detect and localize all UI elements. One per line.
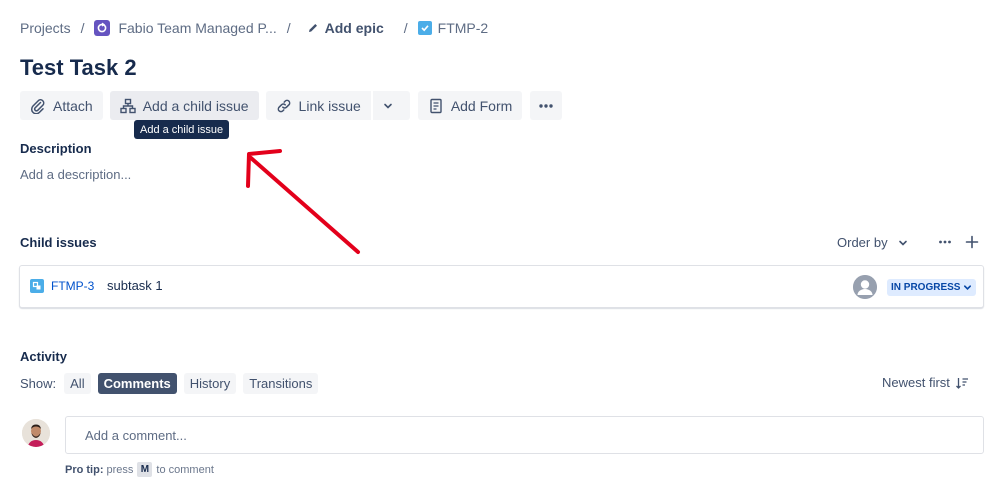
more-icon	[938, 235, 952, 249]
project-icon	[94, 20, 111, 36]
pro-tip: Pro tip: press M to comment	[65, 462, 214, 477]
description-heading: Description	[20, 141, 92, 156]
add-child-issue-button[interactable]: Add a child issue	[109, 91, 259, 120]
tooltip: Add a child issue	[134, 120, 230, 139]
chevron-down-icon	[888, 236, 910, 250]
filter-comments-button[interactable]: Comments	[97, 372, 177, 394]
pencil-icon	[307, 22, 319, 34]
link-issue-button[interactable]: Link issue	[265, 91, 371, 120]
child-issue-summary[interactable]: subtask 1	[107, 278, 163, 293]
paperclip-icon	[30, 98, 53, 114]
breadcrumb-projects[interactable]: Projects	[20, 20, 71, 36]
breadcrumb-separator: /	[80, 20, 85, 36]
child-issues-more-button[interactable]	[936, 232, 954, 252]
more-actions-button[interactable]	[530, 91, 563, 120]
filter-transitions-button[interactable]: Transitions	[243, 372, 319, 394]
subtask-icon	[30, 279, 44, 293]
link-issue-dropdown-button[interactable]	[372, 91, 410, 120]
issue-toolbar: Attach Add a child issue Link issue Add …	[20, 91, 563, 120]
order-by-label: Order by	[837, 235, 888, 250]
link-issue-label: Link issue	[298, 97, 361, 114]
breadcrumb-project-label: Fabio Team Managed P...	[118, 20, 277, 36]
breadcrumb-issue[interactable]: FTMP-2	[417, 20, 489, 36]
status-dropdown[interactable]: IN PROGRESS	[887, 279, 977, 296]
breadcrumb-add-epic-label: Add epic	[324, 20, 384, 36]
pro-tip-press: press	[106, 463, 134, 476]
pro-tip-suffix: to comment	[156, 463, 214, 476]
activity-heading: Activity	[20, 349, 67, 364]
current-user-avatar	[22, 419, 50, 447]
status-label: IN PROGRESS	[891, 282, 961, 293]
more-icon	[538, 98, 554, 114]
description-field[interactable]: Add a description...	[20, 167, 131, 182]
hierarchy-icon	[120, 98, 143, 114]
add-child-issue-label: Add a child issue	[142, 97, 249, 114]
sort-order-button[interactable]: Newest first	[882, 375, 969, 390]
breadcrumb-project[interactable]: Fabio Team Managed P...	[94, 20, 277, 36]
activity-filter-bar: Show: All Comments History Transitions	[20, 372, 325, 394]
link-icon	[276, 98, 299, 114]
child-issue-row[interactable]: FTMP-3 subtask 1 IN PROGRESS	[19, 265, 984, 308]
breadcrumb-add-epic[interactable]: Add epic	[307, 20, 384, 36]
filter-all-button[interactable]: All	[64, 372, 91, 394]
comment-input[interactable]: Add a comment...	[65, 416, 984, 454]
breadcrumb: Projects / Fabio Team Managed P... / Add…	[20, 18, 488, 38]
add-form-label: Add Form	[450, 97, 513, 114]
assignee-avatar[interactable]	[853, 275, 877, 299]
order-by-dropdown[interactable]: Order by	[837, 235, 910, 250]
plus-icon	[965, 235, 979, 249]
chevron-down-icon	[960, 283, 972, 292]
breadcrumb-separator: /	[403, 20, 408, 36]
form-icon	[428, 98, 451, 114]
breadcrumb-issue-key: FTMP-2	[437, 20, 489, 36]
filter-history-button[interactable]: History	[183, 372, 237, 394]
attach-button[interactable]: Attach	[20, 91, 103, 120]
chevron-down-icon	[381, 99, 402, 113]
sort-order-label: Newest first	[882, 375, 950, 390]
pro-tip-prefix: Pro tip:	[65, 463, 104, 476]
child-issues-heading: Child issues	[20, 235, 97, 250]
child-issue-key[interactable]: FTMP-3	[51, 279, 94, 293]
keyboard-shortcut-key: M	[137, 462, 153, 477]
breadcrumb-separator: /	[286, 20, 291, 36]
task-checkbox-icon	[417, 21, 432, 35]
show-label: Show:	[20, 375, 57, 391]
add-form-button[interactable]: Add Form	[417, 91, 523, 120]
sort-descending-icon	[950, 376, 969, 390]
attach-label: Attach	[53, 97, 93, 114]
add-child-issue-plus-button[interactable]	[963, 232, 981, 252]
issue-title[interactable]: Test Task 2	[20, 55, 137, 81]
